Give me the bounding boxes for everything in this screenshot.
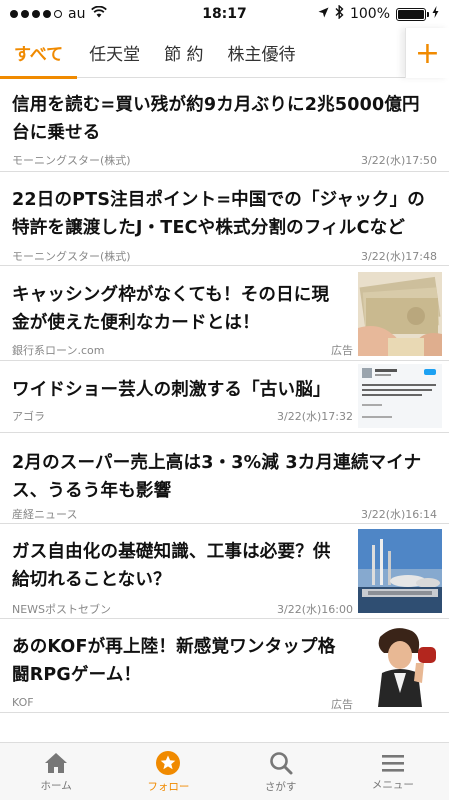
ad-label: 広告: [331, 344, 353, 357]
cash-thumbnail: [358, 272, 442, 356]
ad-label: 広告: [331, 698, 353, 711]
list-item[interactable]: ワイドショー芸人の刺激する「古い脳」 アゴラ 3/22(水)17:32: [0, 361, 449, 433]
nav-follow[interactable]: フォロー: [112, 743, 224, 800]
article-time: 3/22(水)16:14: [361, 508, 437, 521]
charging-bolt-icon: [432, 6, 439, 22]
plus-icon: +: [414, 35, 441, 71]
nav-menu-label: メニュー: [371, 778, 414, 791]
battery-icon: [396, 7, 429, 21]
article-source: モーニングスター(株式): [12, 250, 131, 263]
list-item[interactable]: 2月のスーパー売上高は3・3%減 3カ月連続マイナス、うるう年も影響 産経ニュー…: [0, 433, 449, 524]
article-time: 3/22(水)17:50: [361, 154, 437, 167]
article-source: 産経ニュース: [12, 508, 78, 521]
gas-plant-thumbnail: [358, 529, 442, 613]
nav-search-label: さがす: [264, 780, 297, 793]
article-time: 3/22(水)17:32: [277, 410, 353, 423]
home-icon: [45, 752, 68, 773]
tweet-screenshot-thumbnail: [358, 364, 442, 428]
tab-nintendo[interactable]: 任天堂: [77, 28, 152, 78]
tab-all[interactable]: すべて: [0, 28, 78, 79]
star-icon: [156, 750, 181, 775]
search-icon: [269, 751, 293, 774]
list-item[interactable]: キャッシング枠がなくても！その日に現金が使えた便利なカードとは！ 銀行系ローン.…: [0, 266, 449, 361]
article-source: アゴラ: [12, 410, 45, 423]
list-item[interactable]: ガス自由化の基礎知識、工事は必要？供給切れることない？ NEWSポストセブン 3…: [0, 524, 449, 619]
location-arrow-icon: [318, 6, 329, 22]
article-title: 2月のスーパー売上高は3・3%減 3カ月連続マイナス、うるう年も影響: [12, 453, 422, 501]
article-source: NEWSポストセブン: [12, 603, 112, 616]
nav-search[interactable]: さがす: [225, 743, 337, 800]
article-time: 3/22(水)16:00: [277, 603, 353, 616]
article-list: 信用を読む=買い残が約9カ月ぶりに2兆5000億円台に乗せる モーニングスター(…: [0, 79, 449, 713]
tab-shareholder-benefits[interactable]: 株主優待: [216, 28, 308, 78]
signal-strength-icon: [10, 10, 62, 18]
nav-menu[interactable]: メニュー: [337, 743, 449, 800]
article-time: 3/22(水)17:48: [361, 250, 437, 263]
article-source: 銀行系ローン.com: [12, 344, 105, 357]
carrier-name: au: [68, 6, 86, 22]
nav-home-label: ホーム: [40, 779, 72, 792]
list-item[interactable]: 22日のPTS注目ポイント=中国での「ジャック」の特許を譲渡したJ・TECや株式…: [0, 172, 449, 266]
tab-saving[interactable]: 節 約: [152, 28, 215, 78]
game-character-thumbnail: [358, 623, 442, 707]
article-source: モーニングスター(株式): [12, 154, 131, 167]
article-source: KOF: [12, 696, 34, 709]
bottom-navigation: ホーム フォロー さがす メニュー: [0, 742, 449, 800]
wifi-icon: [91, 5, 108, 22]
category-tabs: すべて 任天堂 節 約 株主優待 +: [0, 28, 449, 79]
article-title: 信用を読む=買い残が約9カ月ぶりに2兆5000億円台に乗せる: [12, 95, 420, 143]
list-item[interactable]: あのKOFが再上陸！新感覚ワンタップ格闘RPGゲーム！ KOF 広告: [0, 619, 449, 713]
menu-icon: [381, 754, 404, 772]
status-bar: au 18:17 100%: [0, 0, 449, 28]
article-title: 22日のPTS注目ポイント=中国での「ジャック」の特許を譲渡したJ・TECや株式…: [12, 190, 426, 238]
list-item[interactable]: 信用を読む=買い残が約9カ月ぶりに2兆5000億円台に乗せる モーニングスター(…: [0, 79, 449, 172]
bluetooth-icon: [335, 4, 344, 23]
nav-home[interactable]: ホーム: [0, 743, 112, 800]
battery-percent: 100%: [349, 6, 390, 22]
nav-follow-label: フォロー: [147, 780, 190, 793]
add-tab-button[interactable]: +: [405, 28, 449, 78]
